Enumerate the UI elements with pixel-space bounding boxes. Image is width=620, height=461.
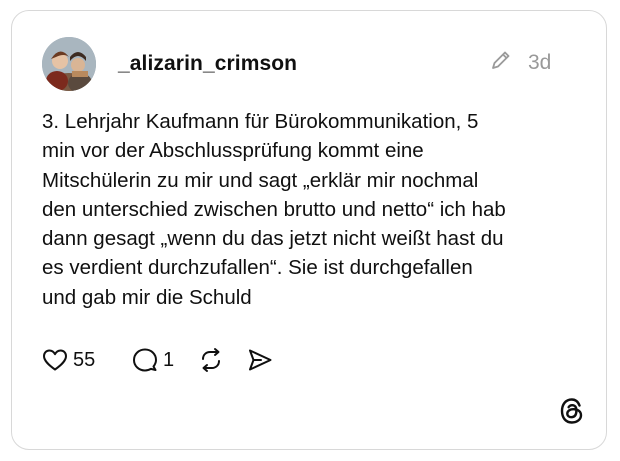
post-card: _alizarin_crimson 3d 3. Lehrjahr Kaufman…: [11, 10, 607, 450]
like-button[interactable]: 55: [42, 345, 95, 375]
share-button[interactable]: [247, 345, 273, 375]
reply-count: 1: [163, 348, 175, 371]
repost-button[interactable]: [198, 345, 224, 375]
threads-logo: [559, 397, 585, 425]
pencil-icon[interactable]: [490, 49, 512, 71]
post-text: 3. Lehrjahr Kaufmann für Bürokommunikati…: [42, 110, 506, 309]
send-icon: [249, 349, 272, 371]
username[interactable]: _alizarin_crimson: [118, 52, 297, 76]
like-count: 55: [73, 348, 96, 371]
post-timestamp: 3d: [528, 51, 552, 74]
reply-button[interactable]: 1: [132, 345, 174, 375]
heart-icon: [43, 349, 67, 371]
profile-photo: [42, 37, 96, 91]
speech-bubble-icon: [133, 348, 157, 372]
repost-icon: [202, 348, 220, 372]
avatar[interactable]: [42, 37, 96, 91]
